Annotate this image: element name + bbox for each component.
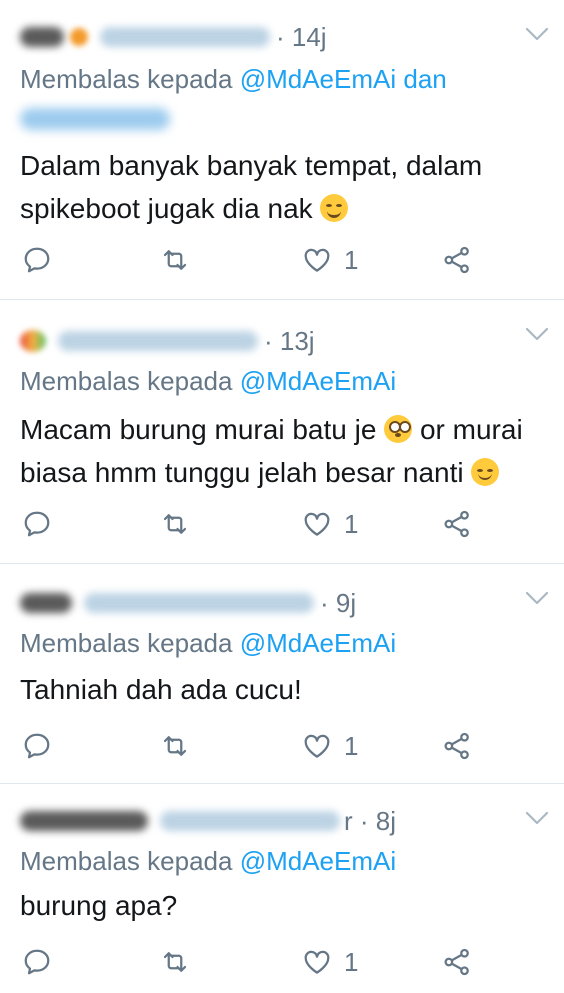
reply-prefix: Membalas kepada bbox=[20, 846, 233, 876]
reply-context: Membalas kepada @MdAeEmAi bbox=[20, 628, 396, 659]
reply-and: dan bbox=[403, 64, 447, 94]
user-handle-blurred[interactable] bbox=[100, 27, 270, 47]
reply-prefix: Membalas kepada bbox=[20, 628, 233, 658]
tweet-time[interactable]: · 13j bbox=[264, 326, 315, 357]
retweet-icon bbox=[160, 731, 190, 761]
reply-prefix: Membalas kepada bbox=[20, 64, 233, 94]
chevron-down-icon[interactable] bbox=[524, 326, 550, 342]
tweet-actions: 1 bbox=[0, 728, 564, 764]
reply-mention-link[interactable]: @MdAeEmAi bbox=[240, 64, 396, 94]
tweet-header: · 9j bbox=[20, 586, 356, 620]
tweet-actions: 1 bbox=[0, 506, 564, 542]
handle-suffix: r bbox=[344, 805, 353, 836]
reply-icon bbox=[22, 245, 52, 275]
retweet-button[interactable] bbox=[160, 506, 190, 542]
tweet-header: · 14j bbox=[20, 20, 327, 54]
user-name-blurred[interactable] bbox=[20, 811, 148, 831]
tweet-text: Tahniah dah ada cucu! bbox=[20, 668, 544, 711]
reply-icon bbox=[22, 731, 52, 761]
chevron-down-icon[interactable] bbox=[524, 26, 550, 42]
like-count: 1 bbox=[344, 730, 359, 761]
tweet-text-line: Tahniah dah ada cucu! bbox=[20, 674, 302, 705]
like-count: 1 bbox=[344, 244, 359, 275]
share-button[interactable] bbox=[442, 944, 472, 980]
like-button[interactable]: 1 bbox=[302, 506, 358, 542]
user-handle-blurred[interactable] bbox=[58, 331, 258, 351]
reply-button[interactable] bbox=[22, 506, 52, 542]
reply-tweet[interactable]: r · 8j Membalas kepada @MdAeEmAi burung … bbox=[0, 784, 564, 993]
reply-tweet[interactable]: · 13j Membalas kepada @MdAeEmAi Macam bu… bbox=[0, 300, 564, 564]
reply-icon bbox=[22, 947, 52, 977]
reply-icon bbox=[22, 509, 52, 539]
share-button[interactable] bbox=[442, 242, 472, 278]
like-count: 1 bbox=[344, 946, 359, 977]
share-icon bbox=[442, 947, 472, 977]
retweet-button[interactable] bbox=[160, 728, 190, 764]
user-name-blurred[interactable] bbox=[20, 593, 72, 613]
reply-mention-link[interactable]: @MdAeEmAi bbox=[240, 628, 396, 658]
user-name-blurred[interactable] bbox=[20, 27, 64, 47]
tweet-text-line: Macam burung murai batu je or murai bbox=[20, 414, 523, 445]
reply-context: Membalas kepada @MdAeEmAi bbox=[20, 846, 396, 877]
tweet-text: Dalam banyak banyak tempat, dalam spikeb… bbox=[20, 144, 544, 230]
tweet-header: · 13j bbox=[20, 324, 315, 358]
tweet-actions: 1 bbox=[0, 242, 564, 278]
share-icon bbox=[442, 245, 472, 275]
reply-button[interactable] bbox=[22, 242, 52, 278]
tweet-text-line: spikeboot jugak dia nak bbox=[20, 187, 544, 230]
retweet-button[interactable] bbox=[160, 242, 190, 278]
reply-tweet[interactable]: · 14j Membalas kepada @MdAeEmAi dan Dala… bbox=[0, 0, 564, 300]
user-handle-blurred[interactable] bbox=[160, 811, 340, 831]
avatar[interactable] bbox=[20, 330, 46, 352]
tweet-text: Macam burung murai batu je or murai bias… bbox=[20, 408, 544, 494]
like-button[interactable]: 1 bbox=[302, 944, 358, 980]
reply-tweet[interactable]: · 9j Membalas kepada @MdAeEmAi Tahniah d… bbox=[0, 564, 564, 784]
user-handle-blurred[interactable] bbox=[84, 593, 314, 613]
flushed-emoji-icon bbox=[384, 415, 413, 443]
tweet-text-line: burung apa? bbox=[20, 890, 178, 921]
retweet-icon bbox=[160, 509, 190, 539]
heart-icon bbox=[302, 509, 332, 539]
retweet-icon bbox=[160, 947, 190, 977]
tweet-time[interactable]: · 14j bbox=[276, 22, 327, 53]
tweet-time[interactable]: r · 8j bbox=[344, 806, 396, 837]
reply-mention-link[interactable]: @MdAeEmAi bbox=[240, 366, 396, 396]
chevron-down-icon[interactable] bbox=[524, 810, 550, 826]
reply-button[interactable] bbox=[22, 728, 52, 764]
tweet-text: burung apa? bbox=[20, 884, 544, 927]
share-button[interactable] bbox=[442, 728, 472, 764]
share-icon bbox=[442, 731, 472, 761]
retweet-button[interactable] bbox=[160, 944, 190, 980]
reply-mention-link[interactable]: @MdAeEmAi bbox=[240, 846, 396, 876]
like-button[interactable]: 1 bbox=[302, 242, 358, 278]
share-icon bbox=[442, 509, 472, 539]
heart-icon bbox=[302, 731, 332, 761]
tweet-header: r · 8j bbox=[20, 804, 396, 838]
laughing-emoji-icon bbox=[320, 194, 349, 222]
retweet-icon bbox=[160, 245, 190, 275]
tweet-text-line: Dalam banyak banyak tempat, dalam bbox=[20, 150, 483, 181]
tweet-text-line: biasa hmm tunggu jelah besar nanti bbox=[20, 451, 544, 494]
chevron-down-icon[interactable] bbox=[524, 590, 550, 606]
share-button[interactable] bbox=[442, 506, 472, 542]
fire-emoji-icon bbox=[70, 28, 88, 46]
reply-handle-blurred[interactable] bbox=[20, 108, 170, 130]
like-count: 1 bbox=[344, 508, 359, 539]
like-button[interactable]: 1 bbox=[302, 728, 358, 764]
tweet-actions: 1 bbox=[0, 944, 564, 980]
reply-context: Membalas kepada @MdAeEmAi bbox=[20, 366, 396, 397]
tweet-time[interactable]: · 9j bbox=[320, 588, 356, 619]
heart-icon bbox=[302, 245, 332, 275]
reply-prefix: Membalas kepada bbox=[20, 366, 233, 396]
reply-button[interactable] bbox=[22, 944, 52, 980]
heart-icon bbox=[302, 947, 332, 977]
reply-context: Membalas kepada @MdAeEmAi dan bbox=[20, 64, 447, 95]
relieved-emoji-icon bbox=[471, 458, 500, 486]
